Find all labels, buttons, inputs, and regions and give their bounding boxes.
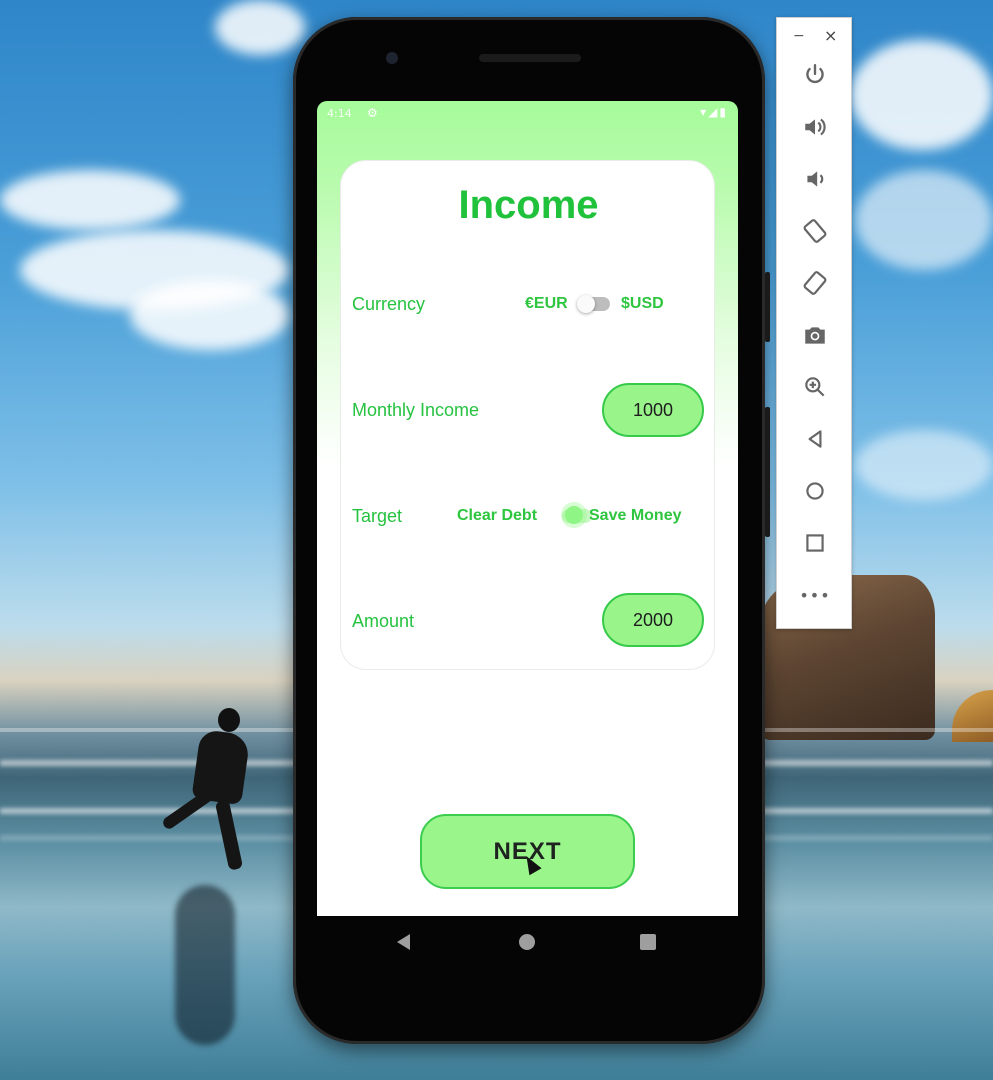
cloud	[855, 170, 993, 270]
income-card: Income Currency €EUR $USD Monthly Income…	[340, 160, 715, 670]
toolbar-overview-button[interactable]	[796, 524, 834, 562]
screenshot-button[interactable]	[796, 316, 834, 354]
overview-square-icon	[806, 534, 824, 552]
toolbar-home-button[interactable]	[796, 472, 834, 510]
next-button[interactable]: NEXT	[420, 814, 635, 889]
emulator-toolbar: − × •••	[776, 17, 852, 629]
rotate-left-icon	[803, 219, 827, 243]
rotate-right-button[interactable]	[796, 264, 834, 302]
rotate-right-icon	[803, 271, 827, 295]
close-button[interactable]: ×	[824, 26, 837, 45]
status-time: 4:14	[327, 107, 352, 120]
front-camera	[386, 52, 398, 64]
cloud	[855, 430, 993, 500]
monthly-income-label: Monthly Income	[352, 400, 480, 420]
amount-label: Amount	[352, 611, 415, 631]
android-nav-bar	[317, 916, 738, 968]
volume-up-button[interactable]	[796, 108, 834, 146]
cloud	[215, 0, 305, 55]
target-switch-thumb[interactable]	[565, 506, 583, 524]
phone-side-button[interactable]	[765, 272, 770, 342]
currency-switch-thumb[interactable]	[577, 295, 595, 313]
earpiece-speaker	[479, 54, 581, 62]
target-option-clear-debt[interactable]: Clear Debt	[457, 507, 537, 525]
currency-label: Currency	[352, 294, 426, 314]
status-bar: 4:14 ⚙ ▾◢▮	[317, 101, 738, 125]
runner-silhouette	[218, 708, 240, 732]
cliff-rock	[952, 690, 993, 742]
nav-home-icon[interactable]	[519, 934, 535, 950]
monthly-income-input[interactable]: 1000	[602, 383, 704, 437]
more-button[interactable]: •••	[796, 576, 834, 614]
phone-side-button[interactable]	[765, 407, 770, 537]
cloud	[130, 280, 290, 350]
volume-down-icon	[807, 171, 824, 187]
settings-gear-icon: ⚙	[367, 106, 378, 120]
runner-reflection	[175, 885, 235, 1045]
signal-battery-icon: ▾◢▮	[700, 105, 728, 119]
target-option-save-money[interactable]: Save Money	[589, 507, 681, 525]
nav-back-icon[interactable]	[397, 934, 410, 950]
cloud	[0, 170, 180, 230]
page-title: Income	[458, 183, 599, 227]
volume-down-button[interactable]	[796, 160, 834, 198]
toolbar-window-controls: − ×	[777, 26, 853, 46]
back-triangle-icon	[808, 430, 822, 448]
zoom-in-icon	[805, 377, 825, 397]
app-screen: 4:14 ⚙ ▾◢▮ Income Currency €EUR $USD Mon…	[317, 101, 738, 916]
rotate-left-button[interactable]	[796, 212, 834, 250]
power-icon	[806, 64, 824, 84]
home-circle-icon	[806, 482, 824, 500]
minimize-button[interactable]: −	[793, 28, 805, 44]
volume-up-icon	[805, 118, 826, 136]
amount-input[interactable]: 2000	[602, 593, 704, 647]
currency-option-usd[interactable]: $USD	[621, 295, 664, 313]
cloud	[850, 40, 993, 150]
power-button[interactable]	[796, 56, 834, 94]
zoom-button[interactable]	[796, 368, 834, 406]
currency-option-eur[interactable]: €EUR	[525, 295, 568, 313]
camera-icon	[805, 327, 825, 344]
toolbar-back-button[interactable]	[796, 420, 834, 458]
nav-recents-icon[interactable]	[640, 934, 656, 950]
target-label: Target	[352, 506, 403, 526]
